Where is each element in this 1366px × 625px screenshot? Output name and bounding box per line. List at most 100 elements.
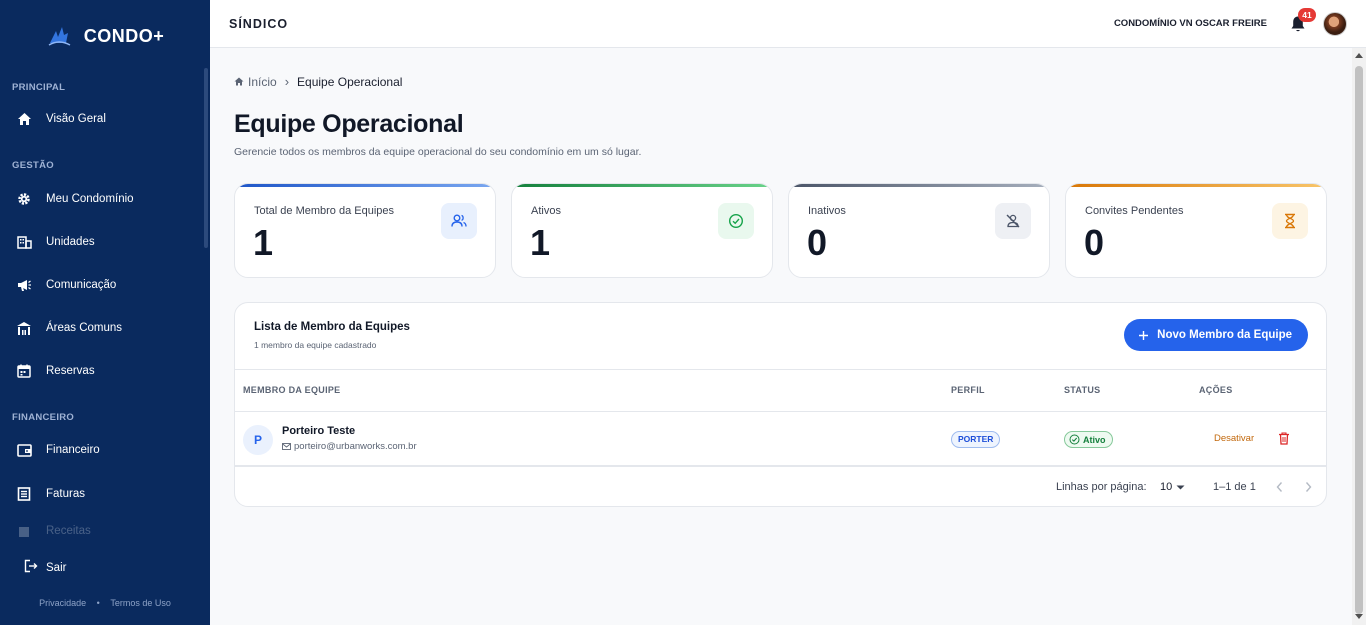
section-title-gestao: GESTÃO bbox=[12, 160, 54, 171]
page-scrollbar[interactable] bbox=[1352, 48, 1366, 625]
perfil-chip: PORTER bbox=[951, 431, 1001, 448]
stat-value: 1 bbox=[253, 222, 274, 263]
sidebar-item-label: Meu Condomínio bbox=[46, 193, 134, 205]
breadcrumb-home-label: Início bbox=[248, 74, 277, 89]
table-row[interactable]: P Porteiro Teste porteiro@urbanworks.com… bbox=[235, 412, 1326, 467]
common-area-icon bbox=[16, 320, 32, 336]
list-title: Lista de Membro da Equipes bbox=[254, 321, 410, 333]
table-header: MEMBRO DA EQUIPE PERFIL STATUS AÇÕES bbox=[235, 369, 1326, 412]
stat-label: Convites Pendentes bbox=[1085, 205, 1184, 217]
chevron-left-icon[interactable] bbox=[1275, 480, 1284, 494]
check-circle-icon bbox=[1069, 434, 1080, 445]
section-title-principal: PRINCIPAL bbox=[12, 82, 66, 93]
chevron-right-icon[interactable] bbox=[1304, 480, 1313, 494]
scroll-up-arrow-icon[interactable] bbox=[1355, 53, 1363, 58]
sidebar-item-meu-condominio[interactable]: Meu Condomínio bbox=[0, 183, 200, 215]
member-email-text: porteiro@urbanworks.com.br bbox=[294, 441, 417, 452]
user-off-icon bbox=[995, 203, 1031, 239]
breadcrumb-current: Equipe Operacional bbox=[297, 74, 403, 89]
calendar-icon bbox=[16, 363, 32, 379]
pagination-range: 1–1 de 1 bbox=[1213, 481, 1256, 493]
column-header-actions: AÇÕES bbox=[1199, 385, 1233, 395]
sidebar-item-reservas[interactable]: Reservas bbox=[0, 355, 200, 387]
status-badge: Ativo bbox=[1064, 431, 1113, 448]
stat-label: Total de Membro da Equipes bbox=[254, 205, 395, 217]
sidebar-item-comunicacao[interactable]: Comunicação bbox=[0, 269, 200, 301]
stat-accent-bar bbox=[1066, 184, 1326, 187]
breadcrumb-home[interactable]: Início bbox=[234, 75, 277, 89]
sidebar-item-label: Comunicação bbox=[46, 279, 117, 291]
member-email: porteiro@urbanworks.com.br bbox=[282, 441, 417, 452]
sidebar-item-label: Unidades bbox=[46, 236, 95, 248]
sidebar: CONDO+ PRINCIPAL Visão Geral GESTÃO Meu … bbox=[0, 0, 210, 625]
stat-label: Inativos bbox=[808, 205, 846, 217]
status-text: Ativo bbox=[1083, 434, 1106, 445]
building-icon bbox=[16, 234, 32, 250]
sidebar-footer: Privacidade • Termos de Uso bbox=[0, 598, 210, 608]
stat-card-inativos: Inativos 0 bbox=[788, 183, 1050, 278]
condo-selector[interactable]: CONDOMÍNIO VN OSCAR FREIRE bbox=[1114, 18, 1267, 29]
invoice-icon bbox=[16, 486, 32, 502]
user-role: SÍNDICO bbox=[229, 17, 289, 31]
logout-icon bbox=[24, 559, 38, 578]
stat-value: 0 bbox=[1084, 222, 1105, 263]
page-subtitle: Gerencie todos os membros da equipe oper… bbox=[234, 146, 642, 158]
megaphone-icon bbox=[16, 277, 32, 293]
condo-logo-icon bbox=[48, 27, 71, 46]
sidebar-item-label: Financeiro bbox=[46, 444, 100, 456]
breadcrumb-separator: › bbox=[284, 74, 290, 89]
scroll-down-arrow-icon[interactable] bbox=[1355, 614, 1363, 619]
sidebar-item-unidades[interactable]: Unidades bbox=[0, 226, 200, 258]
stat-value: 1 bbox=[530, 222, 551, 263]
user-avatar[interactable] bbox=[1323, 12, 1347, 36]
sidebar-item-visao-geral[interactable]: Visão Geral bbox=[0, 103, 200, 135]
gear-icon bbox=[16, 191, 32, 207]
rows-per-page-value: 10 bbox=[1160, 481, 1173, 493]
member-avatar: P bbox=[243, 425, 273, 455]
top-header: SÍNDICO CONDOMÍNIO VN OSCAR FREIRE 41 bbox=[210, 0, 1366, 48]
stat-accent-bar bbox=[512, 184, 772, 187]
logout-button[interactable]: Sair bbox=[0, 553, 200, 583]
footer-separator: • bbox=[96, 598, 100, 608]
stat-value: 0 bbox=[807, 222, 828, 263]
member-name: Porteiro Teste bbox=[282, 425, 356, 437]
stat-card-ativos: Ativos 1 bbox=[511, 183, 773, 278]
section-title-financeiro: FINANCEIRO bbox=[12, 412, 75, 423]
stat-card-convites: Convites Pendentes 0 bbox=[1065, 183, 1327, 278]
column-header-status[interactable]: STATUS bbox=[1064, 385, 1100, 395]
privacy-link[interactable]: Privacidade bbox=[39, 598, 86, 608]
sidebar-item-faturas[interactable]: Faturas bbox=[0, 478, 200, 510]
rows-per-page-select[interactable]: 10 bbox=[1160, 481, 1185, 493]
stat-accent-bar bbox=[789, 184, 1049, 187]
page-title: Equipe Operacional bbox=[234, 110, 464, 138]
mail-icon bbox=[282, 443, 291, 450]
deactivate-button[interactable]: Desativar bbox=[1214, 433, 1254, 444]
stat-label: Ativos bbox=[531, 205, 561, 217]
new-member-button-label: Novo Membro da Equipe bbox=[1157, 329, 1292, 341]
team-list-card: Lista de Membro da Equipes 1 membro da e… bbox=[234, 302, 1327, 507]
scrollbar-thumb[interactable] bbox=[1355, 66, 1363, 614]
sidebar-item-areas-comuns[interactable]: Áreas Comuns bbox=[0, 312, 200, 344]
stat-card-total: Total de Membro da Equipes 1 bbox=[234, 183, 496, 278]
receipt-icon bbox=[16, 525, 32, 537]
sidebar-item-label: Visão Geral bbox=[46, 113, 106, 125]
breadcrumb: Início › Equipe Operacional bbox=[234, 74, 402, 89]
sidebar-item-label: Faturas bbox=[46, 488, 85, 500]
column-header-member[interactable]: MEMBRO DA EQUIPE bbox=[243, 385, 340, 395]
sidebar-item-receitas[interactable]: Receitas bbox=[0, 521, 200, 537]
brand[interactable]: CONDO+ bbox=[0, 0, 210, 72]
notification-badge: 41 bbox=[1298, 8, 1316, 22]
rows-per-page-label: Linhas por página: bbox=[1056, 481, 1147, 493]
terms-link[interactable]: Termos de Uso bbox=[110, 598, 171, 608]
list-subtitle: 1 membro da equipe cadastrado bbox=[254, 340, 377, 350]
hourglass-icon bbox=[1272, 203, 1308, 239]
new-member-button[interactable]: Novo Membro da Equipe bbox=[1124, 319, 1308, 351]
home-icon bbox=[16, 111, 32, 127]
caret-down-icon bbox=[1176, 485, 1185, 489]
column-header-perfil[interactable]: PERFIL bbox=[951, 385, 985, 395]
trash-icon[interactable] bbox=[1278, 432, 1290, 445]
sidebar-item-financeiro[interactable]: Financeiro bbox=[0, 434, 200, 466]
sidebar-scrollbar[interactable] bbox=[204, 68, 208, 248]
check-circle-icon bbox=[718, 203, 754, 239]
stat-accent-bar bbox=[235, 184, 495, 187]
